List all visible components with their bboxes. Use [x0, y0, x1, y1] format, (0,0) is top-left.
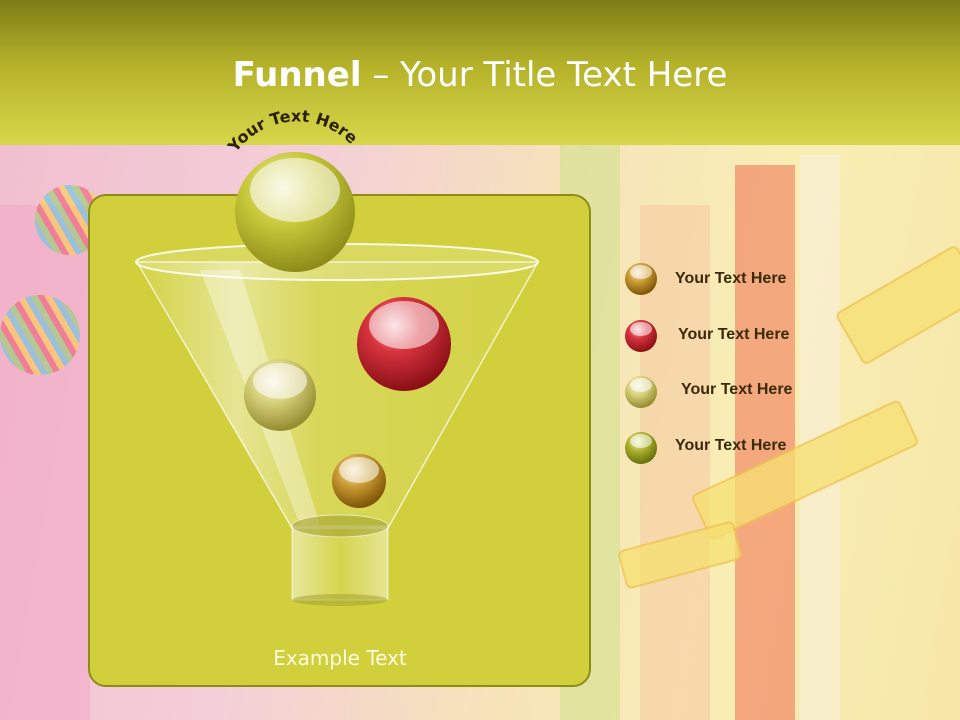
legend-label-1: Your Text Here [675, 270, 787, 287]
legend-label-2: Your Text Here [678, 326, 790, 343]
sphere-red [357, 297, 451, 391]
slide: Funnel – Your Title Text Here Your Text … [0, 0, 960, 720]
legend-bullet-3 [625, 376, 657, 408]
funnel-tube [291, 514, 389, 606]
legend-bullet-1 [625, 263, 657, 295]
legend-bullet-4 [625, 432, 657, 464]
sphere-cream [244, 359, 316, 431]
arc-label-text: Your Text Here [223, 106, 361, 156]
sphere-top [235, 152, 355, 272]
legend-label-4: Your Text Here [675, 437, 787, 454]
arc-label: Your Text Here [223, 106, 361, 156]
sphere-gold [332, 454, 386, 508]
legend-bullet-2 [625, 320, 657, 352]
funnel-graphic: Your Text Here [135, 106, 657, 606]
example-text-caption: Example Text [273, 646, 407, 670]
legend-label-3: Your Text Here [681, 381, 793, 398]
